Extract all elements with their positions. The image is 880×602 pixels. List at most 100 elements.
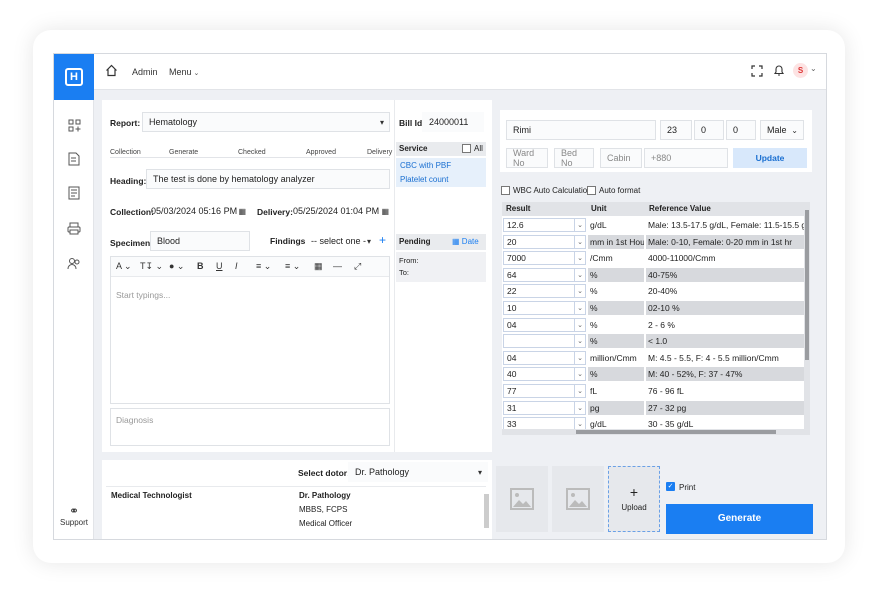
app-window: H ⚭ Support Admin Menu ⌄ S ⌄ Report: Hem… xyxy=(53,53,827,540)
app-logo[interactable]: H xyxy=(54,54,94,100)
reference-cell: M: 4.5 - 5.5, F: 4 - 5.5 million/Cmm xyxy=(648,352,779,363)
image-slot[interactable] xyxy=(552,466,604,532)
unit-cell: % xyxy=(590,286,598,297)
result-input[interactable]: 12.6 xyxy=(503,218,575,232)
service-item[interactable]: Platelet count xyxy=(400,175,448,184)
generate-button[interactable]: Generate xyxy=(666,504,813,534)
result-input[interactable]: 04 xyxy=(503,350,575,365)
gender-select[interactable]: Male ⌄ xyxy=(760,120,804,140)
editor-placeholder[interactable]: Start typings... xyxy=(116,290,170,300)
service-header: Service All xyxy=(396,142,486,156)
chevron-down-icon[interactable]: ⌄ xyxy=(575,367,586,382)
result-input[interactable] xyxy=(503,334,575,349)
collection-datetime[interactable]: 05/03/2024 05:16 PM ▦ xyxy=(146,201,249,221)
scroll-thumb[interactable] xyxy=(805,210,809,360)
chevron-down-icon[interactable]: ⌄ xyxy=(575,350,586,365)
scroll-thumb[interactable] xyxy=(576,430,776,434)
doctor-title: Medical Officer xyxy=(299,519,353,528)
list-icon[interactable]: ≡ ⌄ xyxy=(285,261,300,272)
auto-format-checkbox[interactable] xyxy=(587,186,596,195)
age-months-input[interactable]: 0 xyxy=(694,120,724,140)
age-days-input[interactable]: 0 xyxy=(726,120,756,140)
all-checkbox[interactable] xyxy=(462,144,471,153)
chevron-down-icon[interactable]: ⌄ xyxy=(575,334,586,349)
pending-to[interactable]: To: xyxy=(399,268,409,277)
report-select[interactable]: Hematology ▾ xyxy=(142,112,390,132)
dashboard-add-icon[interactable] xyxy=(65,116,83,134)
nav-menu[interactable]: Menu ⌄ xyxy=(169,67,199,77)
report-icon[interactable] xyxy=(65,184,83,202)
font-size-icon[interactable]: T↧ ⌄ xyxy=(140,261,163,272)
heading-label: Heading: xyxy=(110,176,147,186)
bell-icon[interactable] xyxy=(773,64,785,79)
avatar-chevron-icon[interactable]: ⌄ xyxy=(810,64,817,73)
result-input[interactable]: 22 xyxy=(503,284,575,299)
printer-icon[interactable] xyxy=(65,219,83,237)
image-slot[interactable] xyxy=(496,466,548,532)
table-row: 7000 ⌄ /Cmm 4000-11000/Cmm xyxy=(502,250,804,267)
chevron-down-icon[interactable]: ⌄ xyxy=(575,400,586,415)
font-color-icon[interactable]: A ⌄ xyxy=(116,261,132,272)
highlight-icon[interactable]: ● ⌄ xyxy=(169,261,184,272)
home-icon[interactable] xyxy=(105,64,118,79)
horizontal-scrollbar[interactable] xyxy=(502,429,804,435)
chevron-down-icon[interactable]: ⌄ xyxy=(575,284,586,299)
service-item[interactable]: CBC with PBF xyxy=(400,161,451,170)
bill-id-value[interactable]: 24000011 xyxy=(422,112,484,132)
unit-cell: % xyxy=(588,334,644,349)
add-finding-icon[interactable]: + xyxy=(379,233,386,247)
cabin-input[interactable]: Cabin xyxy=(600,148,642,168)
chevron-down-icon[interactable]: ⌄ xyxy=(575,317,586,332)
age-years-input[interactable]: 23 xyxy=(660,120,692,140)
date-filter-button[interactable]: ▦ Date xyxy=(452,237,479,246)
result-input[interactable]: 64 xyxy=(503,267,575,282)
result-input[interactable]: 04 xyxy=(503,317,575,332)
vertical-scrollbar[interactable] xyxy=(804,202,810,435)
signature-scrollbar[interactable] xyxy=(484,494,489,528)
fullscreen-icon[interactable] xyxy=(751,65,763,79)
result-input[interactable]: 31 xyxy=(503,400,575,415)
underline-icon[interactable]: U xyxy=(216,261,223,271)
table-icon[interactable]: ▦ xyxy=(314,261,323,272)
patient-name-input[interactable]: Rimi xyxy=(506,120,656,140)
nav-admin[interactable]: Admin xyxy=(132,67,158,77)
logo-letter: H xyxy=(65,68,83,86)
avatar[interactable]: S xyxy=(793,63,808,78)
chevron-down-icon[interactable]: ⌄ xyxy=(575,218,586,232)
upload-button[interactable]: + Upload xyxy=(608,466,660,532)
result-input[interactable]: 7000 xyxy=(503,251,575,266)
chevron-down-icon[interactable]: ⌄ xyxy=(575,267,586,282)
result-input[interactable]: 40 xyxy=(503,367,575,382)
chevron-down-icon[interactable]: ⌄ xyxy=(575,301,586,315)
italic-icon[interactable]: I xyxy=(235,261,238,271)
delivery-datetime[interactable]: 05/25/2024 01:04 PM ▦ xyxy=(288,201,392,221)
invoice-icon[interactable] xyxy=(65,150,83,168)
pending-from[interactable]: From: xyxy=(399,256,419,265)
bold-icon[interactable]: B xyxy=(197,261,204,271)
heading-input[interactable]: The test is done by hematology analyzer xyxy=(146,169,390,189)
diagnosis-field[interactable]: Diagnosis xyxy=(110,408,390,446)
print-checkbox[interactable]: ✓ xyxy=(666,482,675,491)
support-link[interactable]: ⚭ Support xyxy=(54,504,94,527)
chevron-down-icon[interactable]: ⌄ xyxy=(575,234,586,249)
findings-select[interactable]: -- select one - ▾ xyxy=(306,231,374,251)
ward-input[interactable]: Ward No xyxy=(506,148,548,168)
wbc-auto-checkbox[interactable] xyxy=(501,186,510,195)
phone-input[interactable]: +880 xyxy=(644,148,728,168)
table-header: Result Unit Reference Value xyxy=(502,202,804,216)
result-input[interactable]: 77 xyxy=(503,384,575,398)
chevron-down-icon[interactable]: ⌄ xyxy=(575,251,586,266)
align-icon[interactable]: ≡ ⌄ xyxy=(256,261,271,272)
specimen-input[interactable]: Blood xyxy=(150,231,250,251)
calendar-icon: ▦ xyxy=(238,206,246,216)
doctor-select[interactable]: Dr. Pathology ▾ xyxy=(348,462,488,482)
divider xyxy=(106,486,486,487)
result-input[interactable]: 10 xyxy=(503,301,575,315)
update-button[interactable]: Update xyxy=(733,148,807,168)
result-input[interactable]: 20 xyxy=(503,234,575,249)
horizontal-rule-icon[interactable]: — xyxy=(333,261,342,271)
fullscreen-editor-icon[interactable]: ⤢ xyxy=(354,261,361,272)
users-icon[interactable] xyxy=(65,254,83,272)
chevron-down-icon[interactable]: ⌄ xyxy=(575,384,586,398)
bed-input[interactable]: Bed No xyxy=(554,148,594,168)
